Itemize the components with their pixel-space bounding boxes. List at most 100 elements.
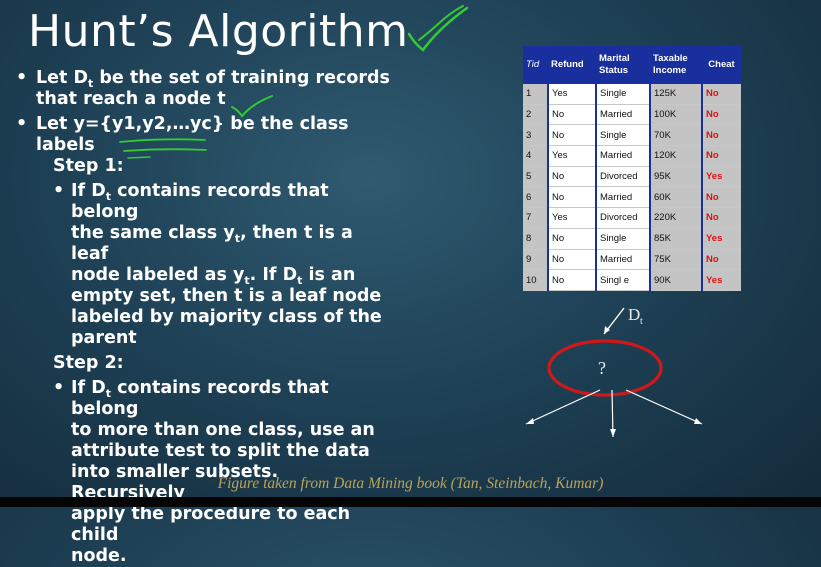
bullet-text: If D xyxy=(71,181,106,201)
bullet-text: . If D xyxy=(249,265,298,285)
table-cell: 60K xyxy=(650,186,703,209)
table-cell: 6 xyxy=(523,186,549,209)
table-cell: No xyxy=(548,104,597,126)
table-cell: Yes xyxy=(702,228,741,250)
bullet-text: apply the procedure to each child xyxy=(71,504,351,545)
sub-bullet-item: • If Dt contains records that belong the… xyxy=(53,181,396,349)
bottom-bar xyxy=(0,497,821,507)
table-cell: 2 xyxy=(523,104,549,126)
table-cell: Married xyxy=(596,145,651,167)
bullet-text: node labeled as y xyxy=(71,265,245,285)
table-cell: 3 xyxy=(523,124,549,147)
table-cell: Divorced xyxy=(596,166,651,188)
table-cell: 10 xyxy=(523,269,549,291)
bullet-text: is an xyxy=(302,265,356,285)
checkmark-annotation-icon xyxy=(407,5,469,52)
table-cell: 90K xyxy=(650,269,703,291)
table-cell: 5 xyxy=(523,166,549,188)
table-cell: Yes xyxy=(548,207,597,229)
table-cell: No xyxy=(702,145,741,167)
bullet-text: Let Dt be the set of training records th… xyxy=(36,68,390,110)
table-cell: Yes xyxy=(548,84,597,105)
header-refund: Refund xyxy=(548,46,596,84)
dt-label: D xyxy=(628,305,640,324)
table-cell: Married xyxy=(596,186,651,209)
table-row: 2 No Married 100K No xyxy=(523,104,741,126)
table-cell: No xyxy=(702,207,741,229)
table-cell: Singl e xyxy=(596,269,651,291)
step-2-heading: Step 2: xyxy=(53,353,124,373)
bullet-text: that reach a node t xyxy=(36,89,226,109)
table-cell: 4 xyxy=(523,145,549,167)
bullet-item: • Let Dt be the set of training records … xyxy=(16,68,396,110)
table-cell: 85K xyxy=(650,228,703,250)
dt-subscript: t xyxy=(640,316,643,327)
bullet-text: If D xyxy=(71,378,106,398)
table-cell: 8 xyxy=(523,228,549,250)
bullet-text: If Dt contains records that belong to mo… xyxy=(71,378,396,567)
table-cell: No xyxy=(702,104,741,126)
table-cell: Married xyxy=(596,104,651,126)
header-marital-status: Marital Status xyxy=(596,46,650,84)
sub-bullet-item: • If Dt contains records that belong to … xyxy=(53,378,396,567)
table-cell: No xyxy=(702,249,741,271)
branch-right xyxy=(625,389,703,425)
bullet-text: Let D xyxy=(36,68,89,88)
bullet-text: • xyxy=(53,181,65,201)
bullet-text: the same class y xyxy=(71,223,235,243)
table-cell: No xyxy=(548,228,597,250)
table-row: 3 No Single 70K No xyxy=(523,124,741,147)
table-cell: Yes xyxy=(702,269,741,291)
bullet-text: labeled by majority class of the xyxy=(71,307,382,327)
table-row: 5 No Divorced 95K Yes xyxy=(523,166,741,188)
table-cell: Single xyxy=(596,84,651,105)
table-cell: 220K xyxy=(650,207,703,229)
table-cell: 95K xyxy=(650,166,703,188)
arrow-head-icon xyxy=(526,418,534,424)
table-row: 1 Yes Single 125K No xyxy=(523,84,741,105)
table-cell: Yes xyxy=(702,166,741,188)
table-cell: 70K xyxy=(650,124,703,147)
table-cell: No xyxy=(548,186,597,209)
table-cell: No xyxy=(548,166,597,188)
bullet-text: parent xyxy=(71,328,137,348)
table-cell: No xyxy=(548,124,597,147)
table-row: 9 No Married 75K No xyxy=(523,249,741,271)
header-taxable-income: Taxable Income xyxy=(650,46,702,84)
table-cell: Yes xyxy=(548,145,597,167)
table-cell: 1 xyxy=(523,84,549,105)
table-cell: No xyxy=(702,84,741,105)
table-cell: No xyxy=(548,249,597,271)
table-row: 7 Yes Divorced 220K No xyxy=(523,207,741,229)
bullet-text: contains records that belong xyxy=(71,378,329,419)
bullet-text: • xyxy=(16,68,28,88)
table-cell: 9 xyxy=(523,249,549,271)
bullet-text: If Dt contains records that belong the s… xyxy=(71,181,396,349)
bullet-text: to more than one class, use an xyxy=(71,420,375,440)
bullet-text: attribute test to split the data xyxy=(71,441,370,461)
slide-title: Hunt’s Algorithm xyxy=(28,6,409,57)
bullet-text: • xyxy=(53,378,65,398)
training-records-table: Tid Refund Marital Status Taxable Income C… xyxy=(523,46,741,291)
table-row: 4 Yes Married 120K No xyxy=(523,145,741,167)
header-cheat: Cheat xyxy=(702,46,741,84)
bullet-text: • xyxy=(16,114,28,134)
step-1-heading: Step 1: xyxy=(53,156,124,176)
table-cell: 120K xyxy=(650,145,703,167)
arrow-head-icon xyxy=(610,429,616,437)
node-question-mark: ? xyxy=(598,358,606,378)
branch-left xyxy=(525,389,601,425)
table-cell: No xyxy=(702,186,741,209)
bullet-item: • Let y={y1,y2,…yc} be the class labels xyxy=(16,114,396,156)
table-cell: Single xyxy=(596,124,651,147)
table-row: 10 No Singl e 90K Yes xyxy=(523,269,741,291)
tree-node-diagram: D t ? xyxy=(525,305,703,438)
arrow-head-icon xyxy=(694,418,702,424)
bullet-text: node. xyxy=(71,546,127,566)
bullet-text: contains records that belong xyxy=(71,181,329,222)
table-cell: 100K xyxy=(650,104,703,126)
bullet-text: empty set, then t is a leaf node xyxy=(71,286,382,306)
table-row: 8 No Single 85K Yes xyxy=(523,228,741,250)
table-cell: 125K xyxy=(650,84,703,105)
header-tid: Tid xyxy=(523,46,548,84)
